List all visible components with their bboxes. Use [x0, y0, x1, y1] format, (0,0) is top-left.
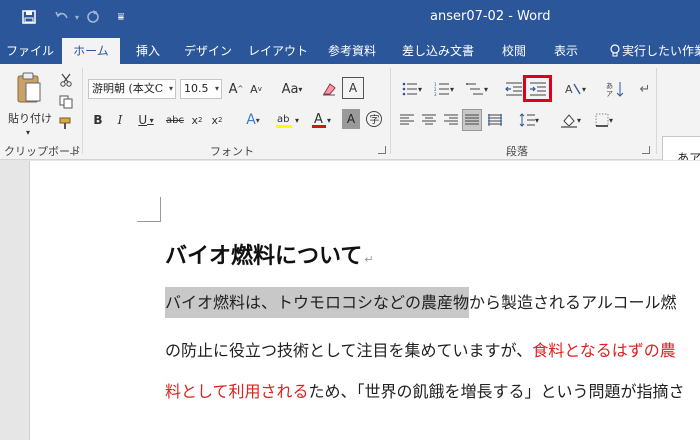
svg-text:A: A [314, 112, 323, 127]
paragraph-launcher-icon[interactable] [642, 146, 650, 154]
svg-text:A: A [565, 83, 573, 96]
tell-me-search[interactable]: 実行したい作業 [622, 38, 700, 64]
heading-text: バイオ燃料について [165, 244, 363, 269]
justify-icon[interactable] [462, 109, 482, 131]
grow-font-icon[interactable]: A ^ [228, 79, 244, 99]
body-line-2[interactable]: の防止に役立つ技術として注目を集めていますが、食料となるはずの農 [165, 337, 676, 361]
copy-icon[interactable] [56, 92, 76, 112]
strikethrough-icon[interactable]: abc [166, 110, 184, 130]
shrink-font-icon[interactable]: Av [248, 79, 264, 99]
format-painter-icon[interactable] [56, 114, 76, 134]
document-title: anser07-02 - Word [430, 9, 551, 24]
title-bar: ▾ ⩸ anser07-02 - Word [0, 0, 700, 34]
align-left-icon[interactable] [398, 110, 416, 130]
align-right-icon[interactable] [442, 110, 460, 130]
ribbon-tabs: ファイル ホーム 挿入 デザイン レイアウト 参考資料 差し込み文書 校閲 表示… [0, 34, 700, 64]
bullets-icon[interactable]: ▾ [398, 79, 426, 99]
font-name-value: 游明朝 (本文C [92, 82, 164, 95]
show-formatting-marks-icon[interactable]: ↵ [636, 79, 654, 99]
highlight-color-icon[interactable]: ab ▾ [272, 110, 302, 130]
save-icon[interactable] [20, 7, 38, 27]
numbering-icon[interactable]: 1 2 3 ▾ [430, 79, 458, 99]
borders-icon[interactable]: ▾ [590, 110, 618, 130]
clipboard-launcher-icon[interactable] [70, 146, 78, 154]
body-text: の防止に役立つ技術として注目を集めていますが、 [165, 341, 533, 360]
tab-mailings[interactable]: 差し込み文書 [396, 38, 480, 64]
shading-icon[interactable]: ▾ [556, 110, 586, 130]
redo-icon[interactable] [84, 7, 102, 27]
character-shading-icon[interactable]: A [342, 109, 360, 129]
font-size-value: 10.5 [184, 82, 209, 95]
underline-icon[interactable]: U ▾ [134, 110, 158, 130]
tab-review[interactable]: 校閲 [494, 38, 534, 64]
body-line-1[interactable]: バイオ燃料は、トウモロコシなどの農産物から製造されるアルコール燃 [165, 287, 677, 318]
customize-qat-icon[interactable]: ⩸ [114, 7, 128, 27]
superscript-icon[interactable]: x2 [210, 110, 224, 130]
font-name-combo[interactable]: 游明朝 (本文C ▾ [88, 79, 176, 99]
paragraph-mark-icon: ↵ [364, 253, 374, 266]
change-case-icon[interactable]: Aa ▾ [278, 79, 306, 99]
cut-icon[interactable] [56, 70, 76, 90]
tab-view[interactable]: 表示 [546, 38, 586, 64]
divider [390, 68, 391, 154]
italic-icon[interactable]: I [112, 110, 128, 130]
svg-text:ア: ア [606, 90, 613, 97]
increase-indent-highlight [523, 75, 552, 102]
red-text: 食料となるはずの農 [532, 341, 676, 360]
svg-text:ab: ab [277, 114, 289, 125]
svg-text:あ: あ [606, 82, 613, 90]
tab-file[interactable]: ファイル [4, 38, 56, 64]
sort-icon[interactable]: あア [604, 79, 626, 99]
enclose-characters-icon[interactable]: 字 [364, 109, 384, 129]
clear-formatting-icon[interactable] [320, 79, 338, 99]
red-text: 料として利用される [165, 382, 309, 401]
multilevel-list-icon[interactable]: ▾ [462, 79, 492, 99]
tab-insert[interactable]: 挿入 [128, 38, 168, 64]
font-group-label: フォント [210, 145, 254, 158]
font-launcher-icon[interactable] [378, 146, 386, 154]
selected-text: バイオ燃料は、トウモロコシなどの農産物 [165, 287, 470, 318]
subscript-icon[interactable]: x2 [190, 110, 204, 130]
body-text: ため、「世界の飢餓を増長する」という問題が指摘さ [308, 382, 685, 401]
font-color-icon[interactable]: A ▾ [308, 110, 334, 130]
ribbon-home: 貼り付け ▾ クリップボード 游明朝 (本文C ▾ 10.5 ▾ A ^ Av A… [0, 64, 700, 198]
decrease-indent-icon[interactable] [504, 79, 524, 99]
paste-dropdown-icon[interactable]: ▾ [20, 122, 36, 142]
chevron-down-icon: ▾ [214, 84, 219, 93]
tab-layout[interactable]: レイアウト [248, 38, 308, 64]
chevron-down-icon: ▾ [168, 84, 173, 93]
asian-layout-icon[interactable]: A ▾ [560, 79, 590, 99]
divider [82, 68, 83, 154]
paste-icon[interactable] [14, 70, 44, 106]
align-center-icon[interactable] [420, 110, 438, 130]
bold-icon[interactable]: B [90, 110, 106, 130]
tab-references[interactable]: 参考資料 [322, 38, 382, 64]
divider [656, 68, 657, 154]
body-line-3[interactable]: 料として利用されるため、「世界の飢餓を増長する」という問題が指摘さ [165, 378, 685, 402]
paragraph-group-label: 段落 [506, 145, 528, 158]
text-effects-icon[interactable]: A ▾ [240, 110, 266, 130]
tab-design[interactable]: デザイン [180, 38, 236, 64]
svg-text:字: 字 [370, 113, 380, 126]
distributed-icon[interactable] [486, 110, 504, 130]
font-size-combo[interactable]: 10.5 ▾ [180, 79, 222, 99]
undo-dropdown-icon[interactable]: ▾ [72, 7, 82, 27]
svg-text:3: 3 [434, 92, 437, 96]
undo-icon[interactable] [52, 7, 72, 27]
line-spacing-icon[interactable]: ▾ [514, 110, 544, 130]
body-text: から製造されるアルコール燃 [469, 293, 677, 312]
character-border-icon[interactable]: A [342, 77, 364, 99]
tab-home[interactable]: ホーム [62, 38, 120, 64]
margin-corner-mark [137, 197, 161, 222]
document-heading[interactable]: バイオ燃料について ↵ [165, 238, 374, 270]
